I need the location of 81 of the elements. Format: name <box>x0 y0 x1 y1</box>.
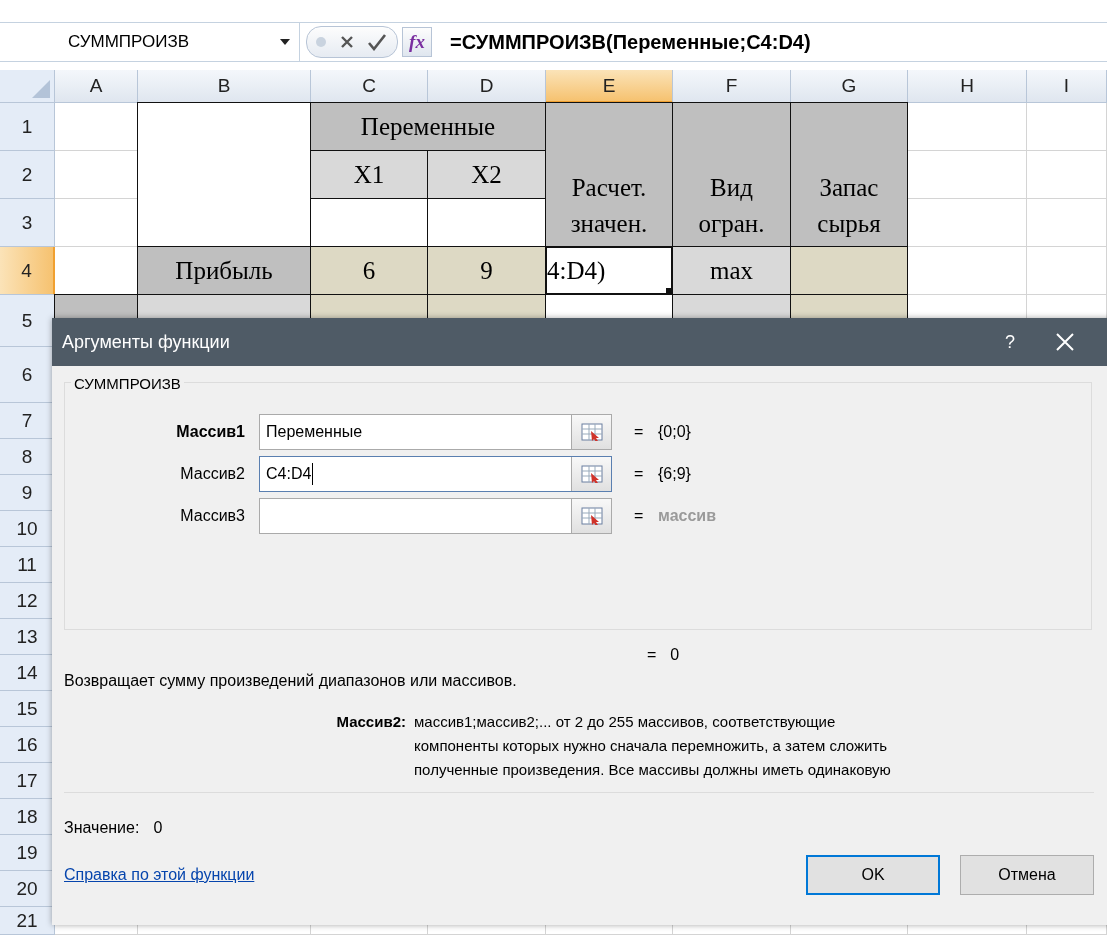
row-header[interactable]: 9 <box>0 475 55 511</box>
argument-result: {6;9} <box>657 465 691 483</box>
row-header[interactable]: 7 <box>0 403 55 439</box>
range-picker-button[interactable] <box>571 415 611 449</box>
column-header[interactable]: B <box>138 70 311 103</box>
row-header[interactable]: 14 <box>0 655 55 691</box>
column-header[interactable]: I <box>1027 70 1107 103</box>
input-field[interactable]: Переменные <box>259 414 612 450</box>
argument-label: Массив3 <box>179 507 246 525</box>
row-header[interactable]: 2 <box>0 151 55 199</box>
argument-result: {0;0} <box>657 423 691 441</box>
argument-help-text: полученные произведения. Все массивы должны иметь одинаковую <box>414 760 891 780</box>
column-header[interactable]: C <box>311 70 428 103</box>
row-header[interactable]: 15 <box>0 691 55 727</box>
column-header[interactable]: A <box>55 70 138 103</box>
cancel-icon[interactable] <box>339 34 355 50</box>
row-header[interactable]: 19 <box>0 835 55 871</box>
column-header[interactable]: F <box>673 70 791 103</box>
argument-help-label: Массив2: <box>335 712 407 732</box>
equals-sign: = <box>633 507 645 525</box>
checkmark-icon[interactable] <box>367 33 387 51</box>
range-picker-button[interactable] <box>571 457 611 491</box>
table-cell: X1 <box>310 150 428 199</box>
row-header[interactable]: 6 <box>0 347 55 403</box>
table-cell: Расчет. значен. <box>545 102 673 247</box>
active-cell: 4:D4) <box>545 246 673 295</box>
range-picker-button[interactable] <box>571 499 611 533</box>
table-cell: Прибыль <box>137 246 311 295</box>
row-header[interactable]: 5 <box>0 295 55 347</box>
column-header[interactable]: G <box>791 70 908 103</box>
table-range-icon <box>580 423 603 441</box>
row-header[interactable]: 21 <box>0 907 55 935</box>
row-header[interactable]: 10 <box>0 511 55 547</box>
dropdown-caret-icon[interactable] <box>279 38 291 46</box>
row-header[interactable]: 11 <box>0 547 55 583</box>
argument-help-text: компоненты которых нужно сначала перемножить, а затем сложить <box>414 736 889 756</box>
table-cell: 6 <box>310 246 428 295</box>
argument-help-text: массив1;массив2;... от 2 до 255 массивов, соответствующие <box>414 712 837 732</box>
row-header[interactable]: 1 <box>0 103 55 151</box>
formula-result: 0 <box>670 646 680 664</box>
equals-sign: = <box>633 423 645 441</box>
row-header[interactable]: 8 <box>0 439 55 475</box>
equals-sign: = <box>647 646 657 664</box>
table-cell: 9 <box>427 246 546 295</box>
formula-text[interactable]: =СУММПРОИЗВ(Переменные;C4:D4) <box>450 30 811 54</box>
help-button[interactable]: ? <box>980 331 1040 353</box>
row-header[interactable]: 20 <box>0 871 55 907</box>
row-header[interactable]: 4 <box>0 247 55 295</box>
dialog-title: Аргументы функции <box>62 331 231 353</box>
table-cell: Переменные <box>310 102 546 151</box>
row-header[interactable]: 13 <box>0 619 55 655</box>
help-link[interactable]: Справка по этой функции <box>64 866 786 884</box>
table-cell: max <box>672 246 791 295</box>
argument-result: массив <box>657 507 716 525</box>
dot-icon <box>315 36 327 48</box>
column-header[interactable]: D <box>428 70 546 103</box>
row-header[interactable]: 3 <box>0 199 55 247</box>
insert-function-button[interactable]: fx <box>402 27 432 57</box>
table-cell: Запас сырья <box>790 102 908 247</box>
table-range-icon <box>580 507 603 525</box>
table-range-icon <box>580 465 603 483</box>
row-header[interactable]: 12 <box>0 583 55 619</box>
row-header[interactable]: 18 <box>0 799 55 835</box>
argument-label: Массив1 <box>175 423 246 441</box>
close-icon[interactable] <box>1055 332 1075 352</box>
input-field[interactable] <box>259 498 612 534</box>
table-cell: Вид огран. <box>672 102 791 247</box>
value-text: 0 <box>153 819 163 837</box>
column-header[interactable]: E <box>546 70 673 103</box>
dialog-button[interactable]: Отмена <box>960 855 1094 895</box>
function-description: Возвращает сумму произведений диапазонов или массивов. <box>64 672 518 690</box>
name-box[interactable]: СУММПРОИЗВ <box>0 23 300 61</box>
column-header[interactable]: H <box>908 70 1027 103</box>
input-field[interactable]: C4:D4 <box>259 456 612 492</box>
table-cell: X2 <box>427 150 546 199</box>
equals-sign: = <box>633 465 645 483</box>
value-label: Значение: <box>64 819 140 837</box>
row-header[interactable]: 17 <box>0 763 55 799</box>
argument-label: Массив2 <box>179 465 246 483</box>
row-header[interactable]: 16 <box>0 727 55 763</box>
dialog-button[interactable]: OK <box>806 855 940 895</box>
